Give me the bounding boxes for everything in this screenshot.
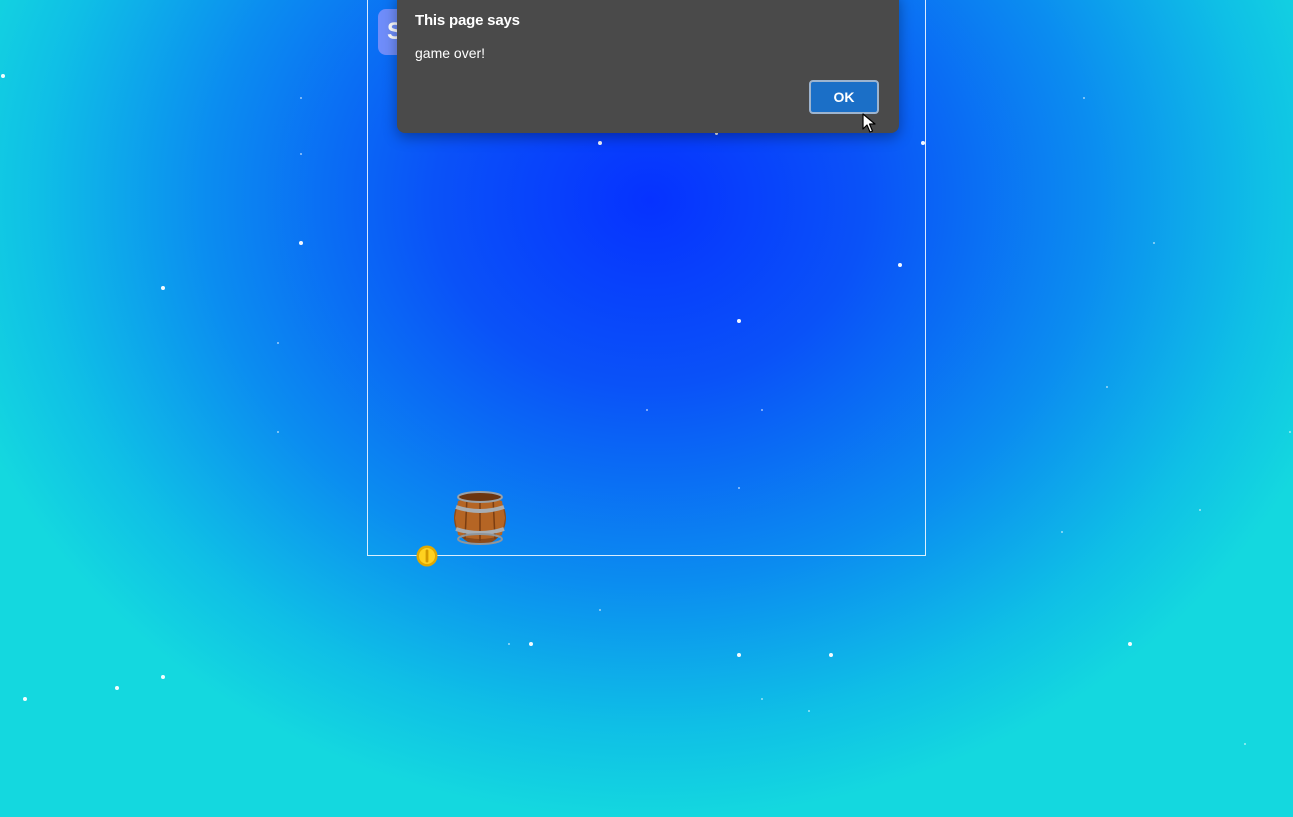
star bbox=[23, 697, 27, 701]
star bbox=[529, 642, 533, 646]
ok-button[interactable]: OK bbox=[809, 80, 879, 114]
dialog-title: This page says bbox=[415, 12, 520, 29]
star bbox=[1083, 97, 1085, 99]
star bbox=[300, 153, 302, 155]
star bbox=[599, 609, 601, 611]
star bbox=[1289, 431, 1291, 433]
star bbox=[808, 710, 810, 712]
star bbox=[161, 675, 165, 679]
star bbox=[761, 698, 763, 700]
star bbox=[299, 241, 303, 245]
star bbox=[829, 653, 833, 657]
star bbox=[1106, 386, 1108, 388]
barrel-icon bbox=[454, 491, 506, 545]
dialog-message: game over! bbox=[415, 45, 486, 61]
star bbox=[508, 643, 510, 645]
star bbox=[737, 653, 741, 657]
game-background: S This page says game over! OK bbox=[0, 0, 1293, 817]
star bbox=[1199, 509, 1201, 511]
star bbox=[1061, 531, 1063, 533]
star bbox=[300, 97, 302, 99]
mouse-cursor-icon bbox=[862, 113, 876, 133]
star bbox=[1, 74, 5, 78]
star bbox=[1244, 743, 1246, 745]
star bbox=[115, 686, 119, 690]
alert-dialog: This page says game over! OK bbox=[397, 0, 899, 133]
star bbox=[277, 431, 279, 433]
star bbox=[1153, 242, 1155, 244]
star bbox=[1128, 642, 1132, 646]
star bbox=[277, 342, 279, 344]
coin-icon bbox=[416, 545, 438, 567]
star bbox=[161, 286, 165, 290]
